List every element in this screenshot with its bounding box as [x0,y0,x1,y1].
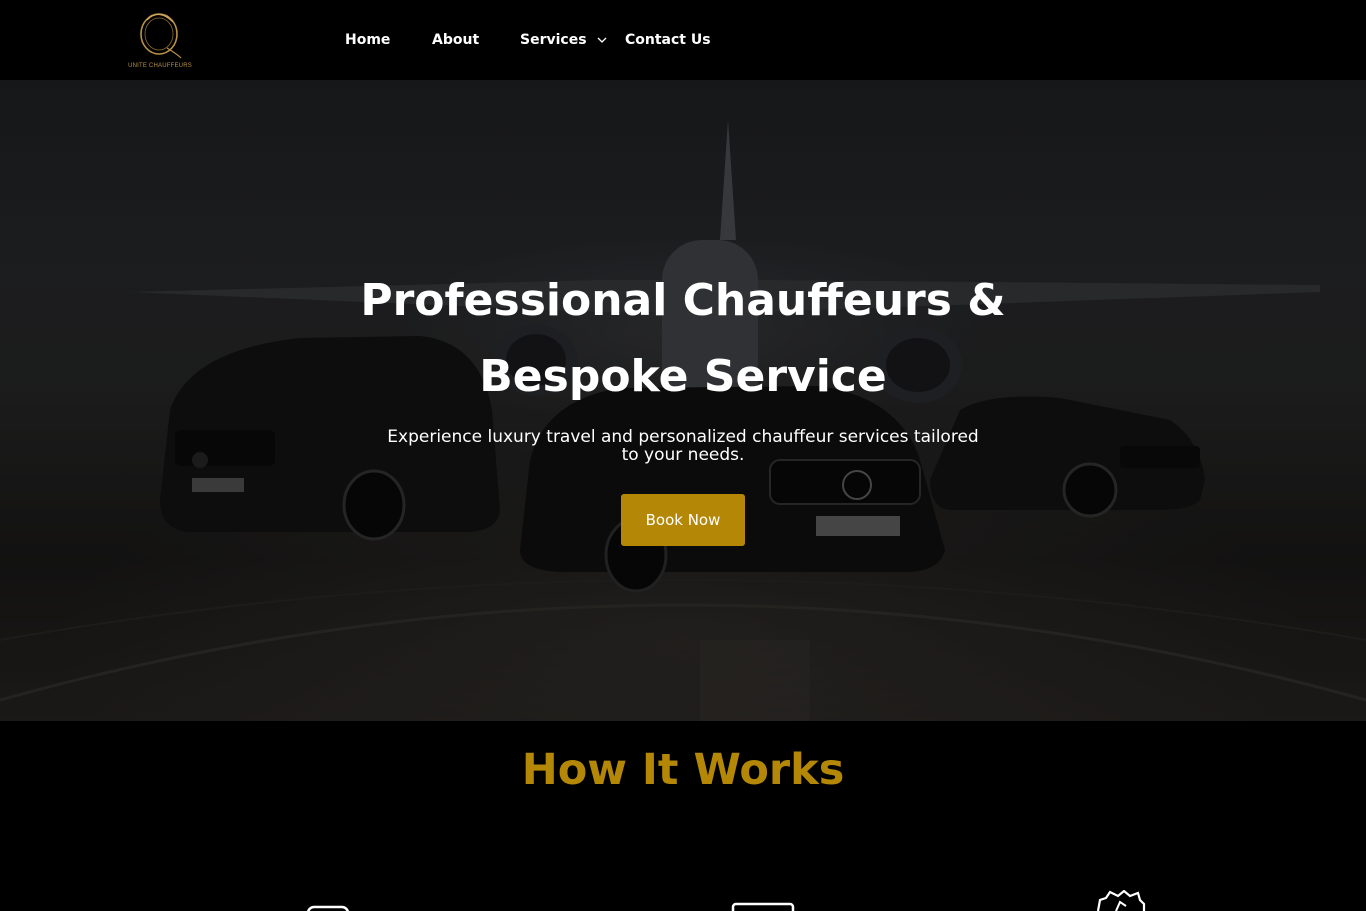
phone-icon [307,905,349,911]
nav-services-label: Services [520,32,587,48]
how-it-works-title: How It Works [521,745,845,795]
brand-logo[interactable]: UNITE CHAUFFEURS [124,8,196,72]
badge-icon [1096,890,1146,911]
logo-ring-icon [140,13,182,59]
laptop-icon [731,902,795,911]
nav-about[interactable]: About [432,32,479,48]
nav-contact[interactable]: Contact Us [625,32,711,48]
nav-services[interactable]: Services [520,32,607,48]
nav-home[interactable]: Home [345,32,390,48]
hero-section: Professional Chauffeurs & Bespoke Servic… [0,80,1366,721]
book-now-button[interactable]: Book Now [621,494,745,546]
brand-name: UNITE CHAUFFEURS [128,63,192,69]
hero-title: Professional Chauffeurs & Bespoke Servic… [360,275,1006,402]
chevron-down-icon [597,37,607,43]
site-header: UNITE CHAUFFEURS Home About Services Con… [0,0,1366,80]
hero-subtitle: Experience luxury travel and personalize… [387,427,979,465]
how-it-works-section: How It Works [0,721,1366,911]
